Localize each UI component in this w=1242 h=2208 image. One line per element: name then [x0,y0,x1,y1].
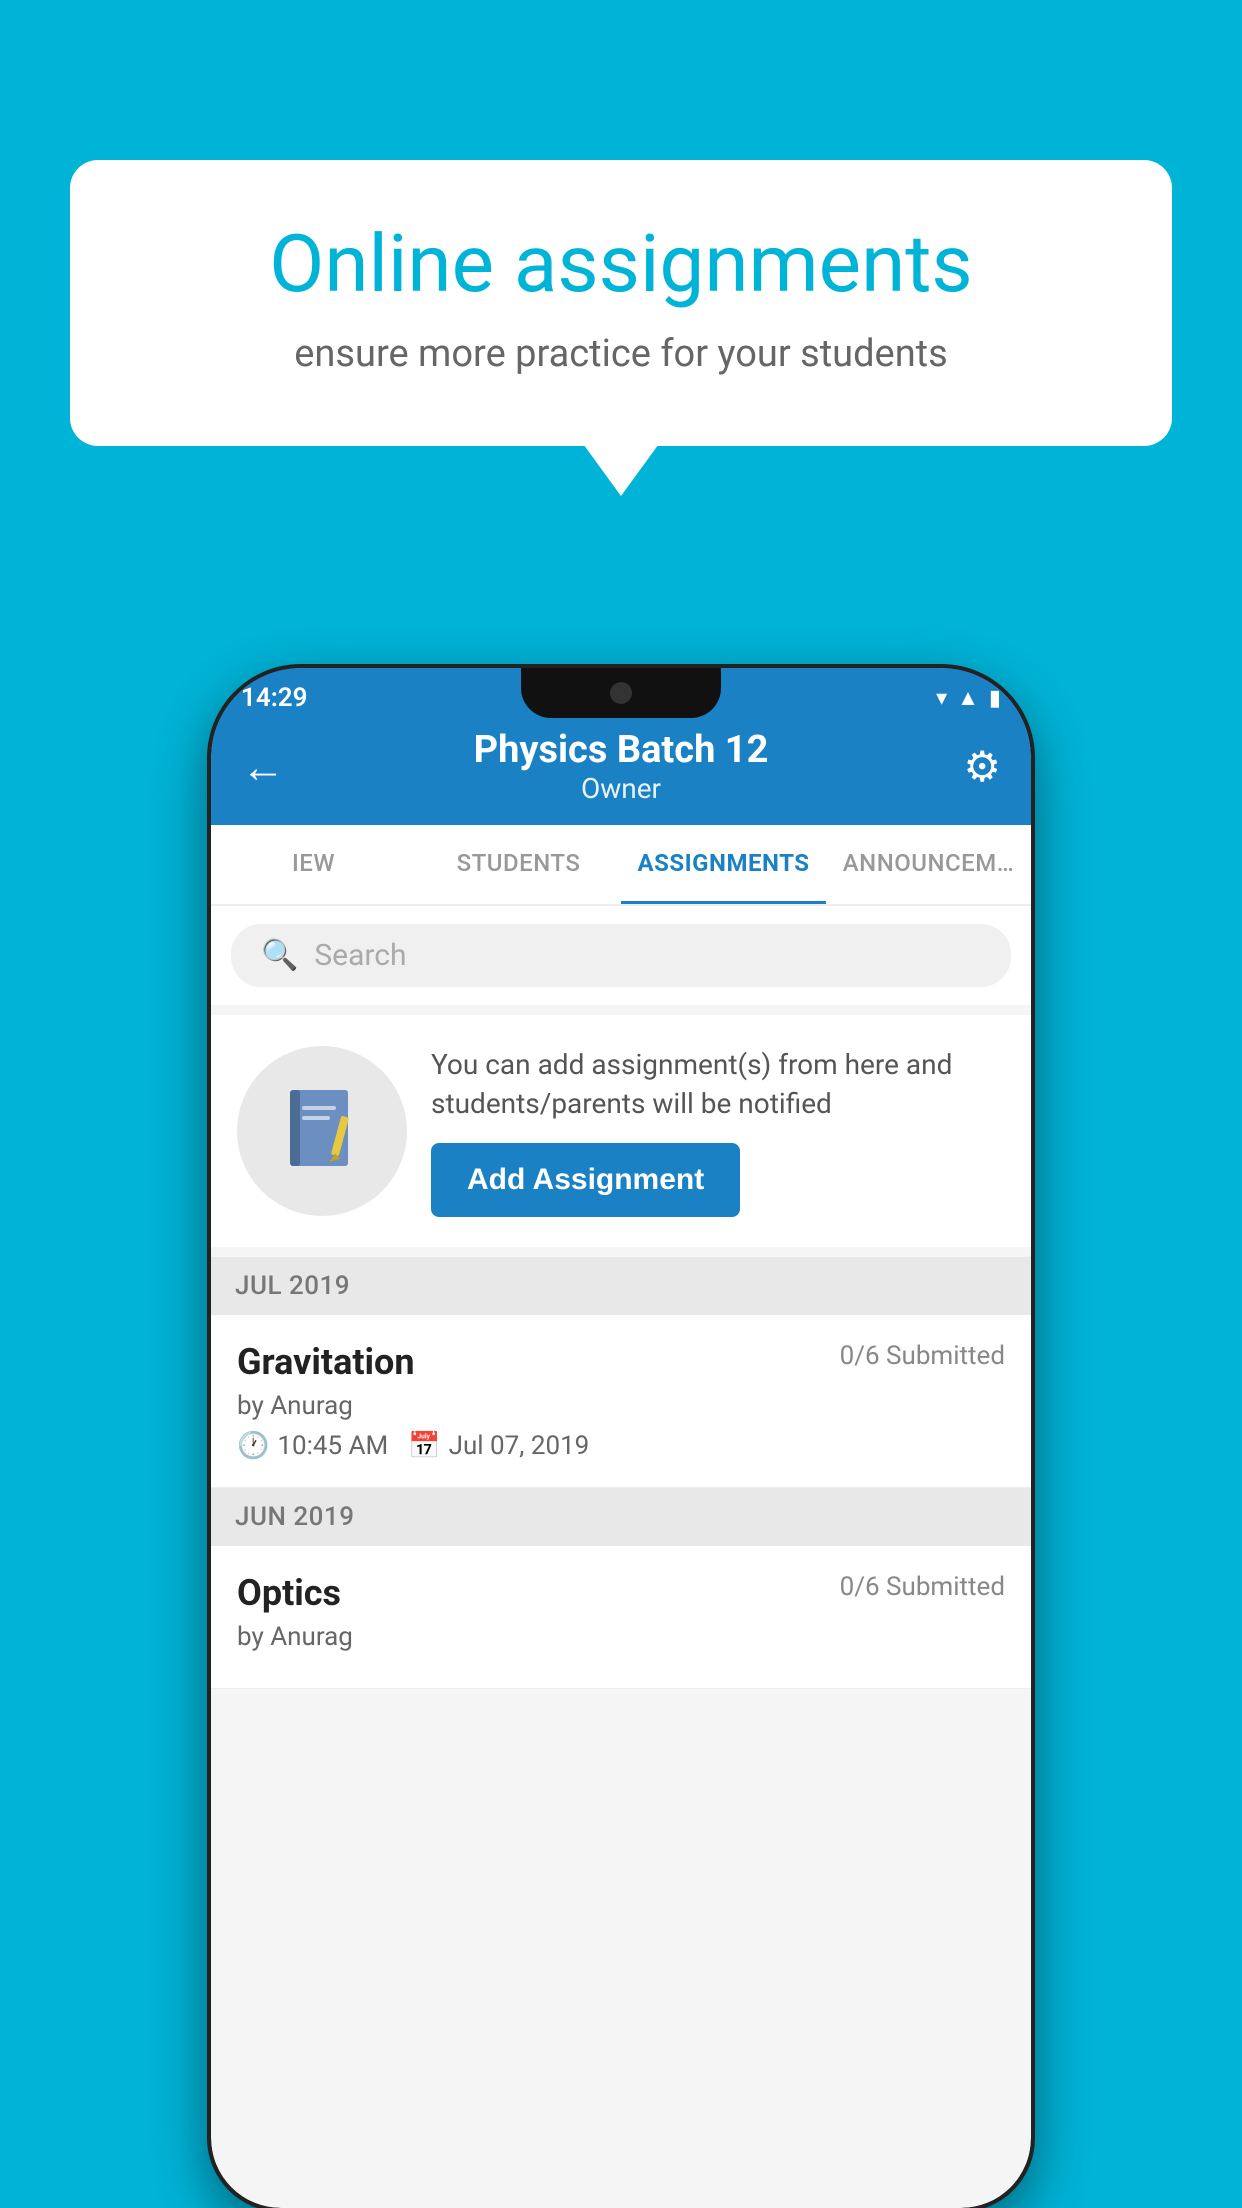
search-container: 🔍 Search [211,906,1031,1005]
assignment-submitted-optics: 0/6 Submitted [840,1572,1005,1602]
search-icon: 🔍 [261,938,298,973]
promo-text: You can add assignment(s) from here and … [431,1045,1005,1123]
assignment-item-gravitation[interactable]: Gravitation 0/6 Submitted by Anurag 🕐 10… [211,1315,1031,1488]
assignment-meta: 🕐 10:45 AM 📅 Jul 07, 2019 [237,1431,1005,1461]
phone-screen: 14:29 ▾ ▲ ▮ ← Physics Batch 12 Owner ⚙ I… [211,668,1031,2208]
assignment-by-optics: by Anurag [237,1622,1005,1652]
tab-bar: IEW STUDENTS ASSIGNMENTS ANNOUNCEM… [211,825,1031,906]
promo-icon-circle [237,1046,407,1216]
clock-icon: 🕐 [237,1431,269,1461]
calendar-icon: 📅 [408,1431,440,1461]
tab-students[interactable]: STUDENTS [416,825,621,904]
battery-icon: ▮ [989,686,1001,711]
assignment-top: Gravitation 0/6 Submitted [237,1341,1005,1383]
tab-assignments[interactable]: ASSIGNMENTS [621,825,826,904]
search-placeholder: Search [314,938,406,973]
search-bar[interactable]: 🔍 Search [231,924,1011,987]
phone-frame: 14:29 ▾ ▲ ▮ ← Physics Batch 12 Owner ⚙ I… [211,668,1031,2208]
speech-bubble-container: Online assignments ensure more practice … [70,160,1172,446]
speech-bubble-subtitle: ensure more practice for your students [140,332,1102,376]
section-header-jul: JUL 2019 [211,1257,1031,1315]
settings-button[interactable]: ⚙ [941,742,1001,792]
speech-bubble: Online assignments ensure more practice … [70,160,1172,446]
add-assignment-button[interactable]: Add Assignment [431,1143,740,1217]
header-subtitle: Owner [474,772,769,805]
notebook-icon [282,1086,362,1176]
phone-notch [521,668,721,718]
assignment-top-optics: Optics 0/6 Submitted [237,1572,1005,1614]
assignment-submitted: 0/6 Submitted [840,1341,1005,1371]
assignment-time: 🕐 10:45 AM [237,1431,388,1461]
status-icons: ▾ ▲ ▮ [936,685,1001,711]
assignment-date: 📅 Jul 07, 2019 [408,1431,589,1461]
speech-bubble-title: Online assignments [140,220,1102,308]
assignment-name: Gravitation [237,1341,415,1383]
promo-content: You can add assignment(s) from here and … [431,1045,1005,1217]
signal-icon: ▲ [957,685,979,711]
back-button[interactable]: ← [241,741,301,793]
assignment-by: by Anurag [237,1391,1005,1421]
section-header-jun: JUN 2019 [211,1488,1031,1546]
front-camera [610,682,632,704]
tab-announcements[interactable]: ANNOUNCEM… [826,825,1031,904]
header-center: Physics Batch 12 Owner [474,728,769,805]
promo-card: You can add assignment(s) from here and … [211,1015,1031,1247]
status-time: 14:29 [241,683,308,713]
header-title: Physics Batch 12 [474,728,769,772]
assignment-item-optics[interactable]: Optics 0/6 Submitted by Anurag [211,1546,1031,1689]
tab-iew[interactable]: IEW [211,825,416,904]
assignment-name-optics: Optics [237,1572,341,1614]
wifi-icon: ▾ [936,686,947,711]
